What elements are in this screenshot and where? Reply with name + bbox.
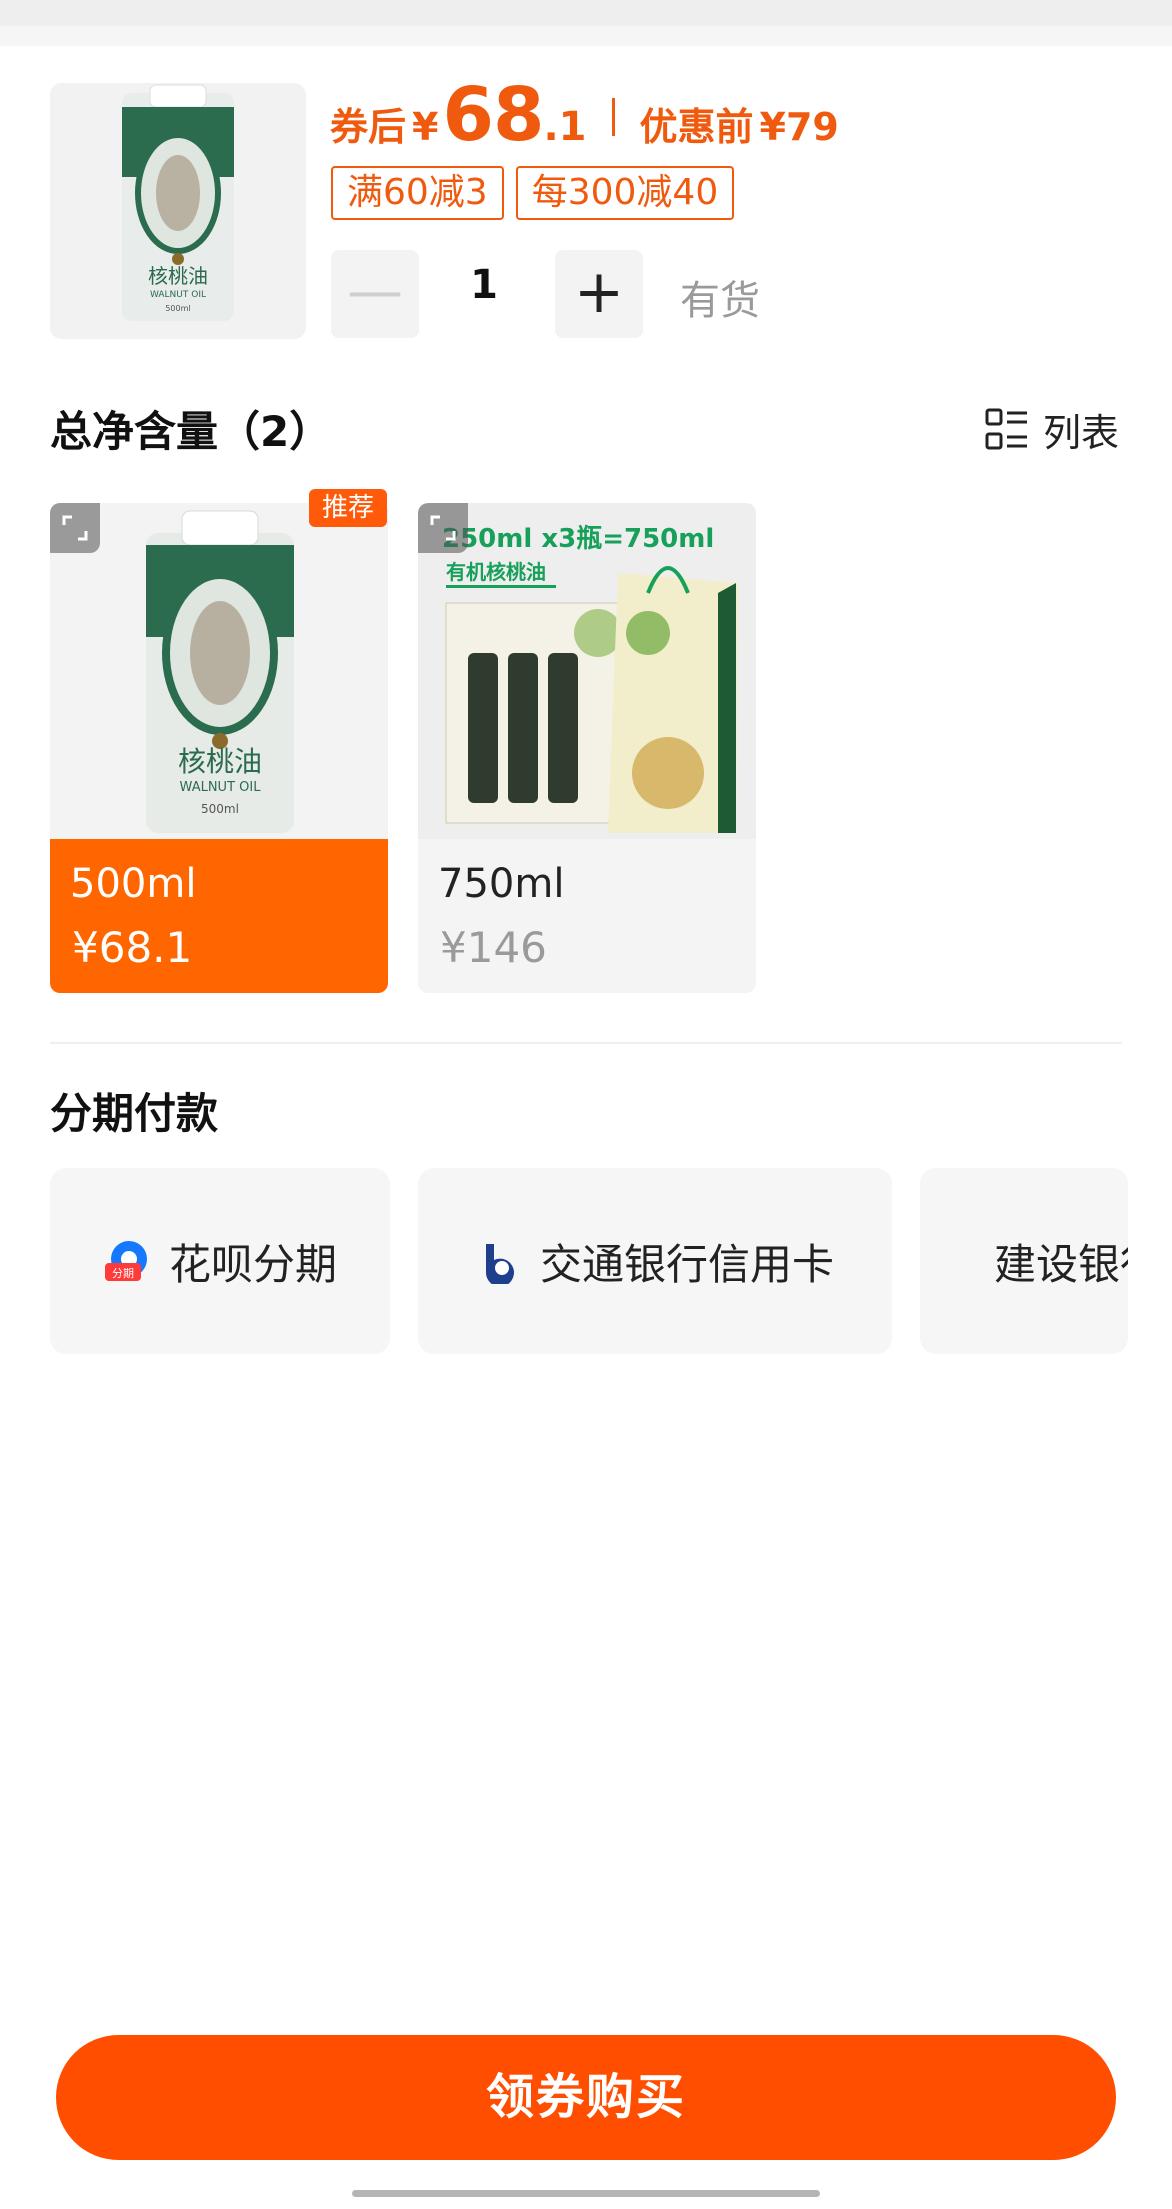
svg-text:分期: 分期: [112, 1267, 134, 1280]
installment-option-bocom[interactable]: 交通银行信用卡: [418, 1168, 892, 1354]
spec-section-title: 总净含量（2）: [50, 407, 332, 456]
price-decimal: .1: [543, 104, 587, 150]
before-discount-price: ¥79: [759, 105, 839, 149]
quantity-value: 1: [470, 262, 498, 308]
installment-option-label: 花呗分期: [168, 1239, 337, 1289]
recommend-badge: 推荐: [309, 489, 387, 527]
minus-icon: —: [347, 259, 403, 324]
expand-image-icon[interactable]: [418, 503, 468, 553]
coupon-tags: 满60减3 每300减40: [331, 166, 735, 220]
list-view-label: 列表: [1043, 411, 1120, 455]
svg-text:500ml: 500ml: [165, 304, 190, 313]
before-discount-label: 优惠前: [639, 105, 754, 149]
spec-option-price: ¥68.1: [72, 923, 193, 972]
quantity-increase-button[interactable]: +: [555, 250, 643, 338]
svg-text:WALNUT OIL: WALNUT OIL: [180, 780, 262, 795]
installment-option-huabei[interactable]: 分期 花呗分期: [50, 1168, 390, 1354]
spec-option-750ml[interactable]: 250ml x3瓶=750ml 有机核桃油 750ml ¥146: [418, 503, 756, 993]
home-indicator: [352, 2190, 820, 2197]
price-integer: 68: [442, 72, 544, 158]
currency-symbol: ¥: [412, 105, 439, 149]
spec-option-name: 750ml: [438, 861, 565, 907]
bocom-icon: [485, 1244, 514, 1284]
installment-option-ccb[interactable]: 建设银行信用卡: [920, 1168, 1128, 1354]
svg-text:核桃油: 核桃油: [148, 264, 208, 288]
svg-text:有机核桃油: 有机核桃油: [446, 560, 546, 584]
list-view-icon: [985, 408, 1027, 449]
svg-text:核桃油: 核桃油: [178, 745, 262, 778]
installment-option-label: 建设银行信用卡: [994, 1239, 1128, 1289]
installment-option-label: 交通银行信用卡: [539, 1239, 834, 1289]
coupon-tag[interactable]: 满60减3: [331, 166, 504, 220]
spec-option-price: ¥146: [440, 923, 547, 972]
after-coupon-label: 券后: [330, 105, 407, 149]
price-row: 券后 ¥ 68 .1 优惠前 ¥79: [330, 72, 839, 162]
spec-option-image: 250ml x3瓶=750ml 有机核桃油: [418, 503, 756, 839]
gift-box-image: 250ml x3瓶=750ml 有机核桃油: [418, 503, 756, 839]
top-bar-shadow: [0, 26, 1172, 46]
section-divider: [50, 1042, 1122, 1044]
installment-section-title: 分期付款: [50, 1089, 219, 1138]
list-view-toggle[interactable]: 列表: [985, 402, 1119, 457]
get-coupon-buy-button[interactable]: 领券购买: [56, 2035, 1116, 2160]
expand-image-icon[interactable]: [50, 503, 100, 553]
stock-status: 有货: [680, 278, 760, 324]
plus-icon: +: [573, 257, 625, 327]
huabei-icon: 分期: [104, 1241, 147, 1281]
svg-text:WALNUT OIL: WALNUT OIL: [150, 290, 206, 300]
svg-text:250ml x3瓶=750ml: 250ml x3瓶=750ml: [442, 524, 714, 554]
spec-option-500ml[interactable]: 核桃油 WALNUT OIL 500ml 500ml ¥68.1: [50, 503, 388, 993]
svg-text:500ml: 500ml: [201, 802, 239, 816]
price-separator: [612, 98, 616, 136]
coupon-tag[interactable]: 每300减40: [515, 166, 735, 220]
top-bar: [0, 0, 1172, 26]
walnut-oil-can-image: 核桃油 WALNUT OIL 500ml: [50, 83, 306, 339]
product-thumbnail[interactable]: 核桃油 WALNUT OIL 500ml: [50, 83, 306, 339]
walnut-oil-can-image: 核桃油 WALNUT OIL 500ml: [50, 503, 388, 839]
spec-option-name: 500ml: [70, 861, 197, 907]
spec-option-image: 核桃油 WALNUT OIL 500ml: [50, 503, 388, 839]
quantity-decrease-button[interactable]: —: [331, 250, 419, 338]
